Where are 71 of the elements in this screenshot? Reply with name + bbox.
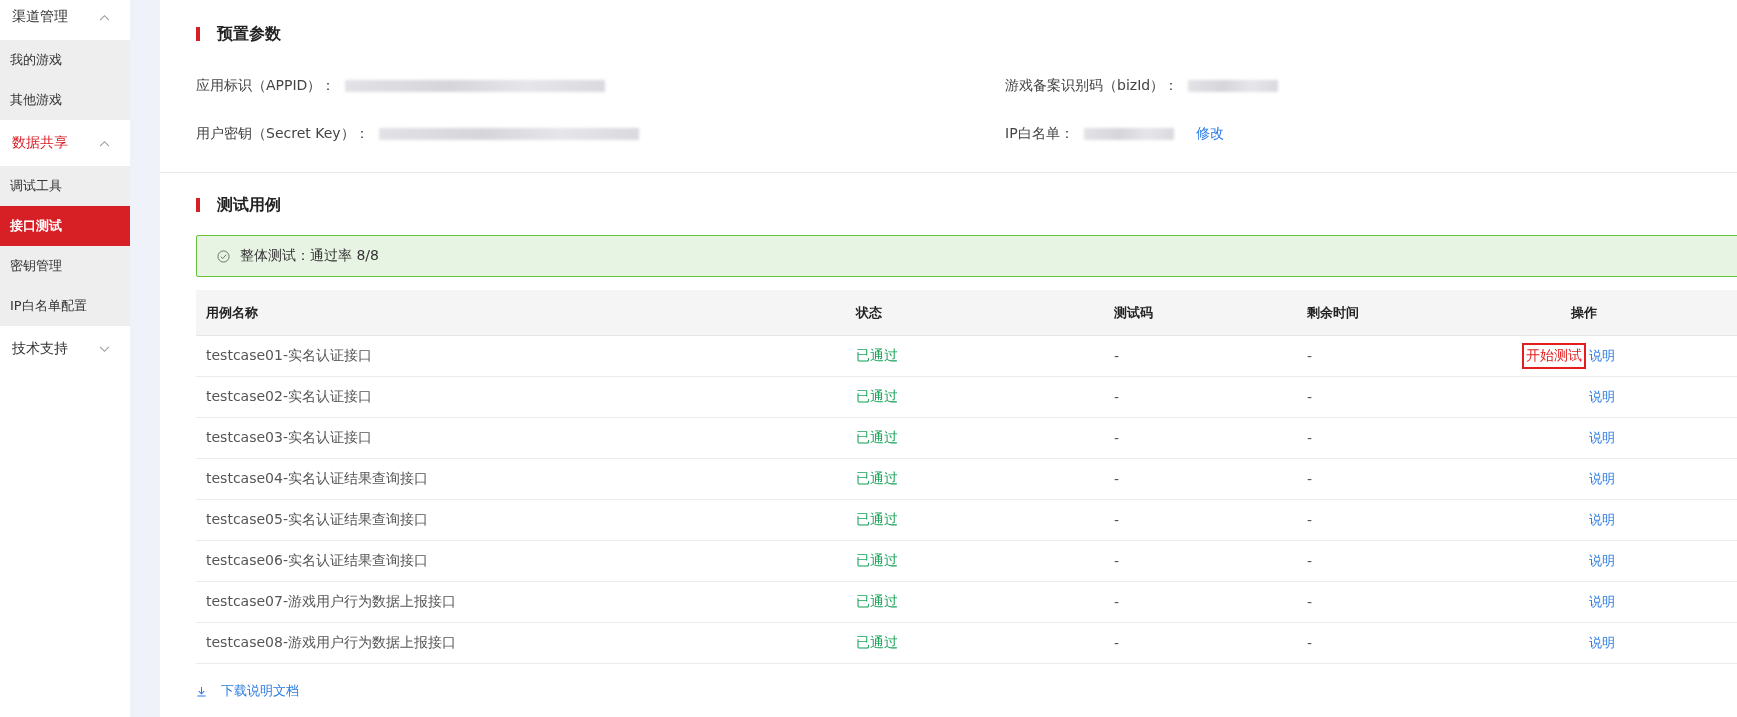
column-header: 状态: [854, 303, 883, 322]
chevron-down-icon: [99, 345, 110, 353]
sidebar-item[interactable]: IP白名单配置: [0, 286, 130, 326]
table-cell-text: -: [1113, 593, 1121, 612]
edit-link[interactable]: 修改: [1195, 125, 1224, 143]
table-cell-text: -: [1306, 347, 1314, 366]
download-link[interactable]: 下载说明文档: [196, 682, 299, 700]
table-cell-text: -: [1306, 429, 1314, 448]
chevron-up-icon: [99, 139, 110, 147]
section-title: 预置参数: [217, 23, 281, 45]
table-cell-text: -: [1113, 470, 1121, 489]
status-text: 已通过: [855, 510, 899, 529]
title-marker: [196, 198, 200, 212]
field-label: IP白名单：: [1005, 125, 1074, 143]
download-icon: [196, 685, 207, 697]
table-cell-text: -: [1306, 511, 1314, 530]
table-cell-text: testcase02-实名认证接口: [205, 387, 373, 406]
sidebar-item[interactable]: 调试工具: [0, 166, 130, 206]
table-cell-text: -: [1113, 552, 1121, 571]
table-cell-text: -: [1113, 347, 1121, 366]
table-cell-text: testcase07-游戏用户行为数据上报接口: [205, 592, 457, 611]
sidebar-item[interactable]: 其他游戏: [0, 80, 130, 120]
table-cell-text: -: [1306, 388, 1314, 407]
status-text: 已通过: [855, 633, 899, 652]
table-cell-text: testcase03-实名认证接口: [205, 428, 373, 447]
table-cell-text: -: [1306, 470, 1314, 489]
action-link[interactable]: 说明: [1589, 347, 1615, 365]
table-cell-text: -: [1113, 511, 1121, 530]
status-text: 已通过: [855, 469, 899, 488]
table-cell-text: -: [1306, 552, 1314, 571]
field-label: 用户密钥（Secret Key）：: [196, 125, 369, 143]
status-text: 已通过: [855, 428, 899, 447]
action-link[interactable]: 说明: [1589, 470, 1615, 488]
table-cell-text: -: [1306, 634, 1314, 653]
action-link[interactable]: 说明: [1589, 552, 1615, 570]
field-label: 游戏备案识别码（bizId）：: [1005, 77, 1179, 95]
status-text: 已通过: [855, 551, 899, 570]
sidebar-item[interactable]: 接口测试: [0, 206, 130, 246]
column-header: 用例名称: [205, 303, 259, 322]
table-cell-text: testcase01-实名认证接口: [205, 346, 373, 365]
sidebar-group[interactable]: 渠道管理: [0, 0, 130, 40]
summary-text: 整体测试：通过率 8/8: [240, 247, 379, 265]
column-header: 操作: [1570, 303, 1598, 322]
sidebar-item[interactable]: 我的游戏: [0, 40, 130, 80]
status-text: 已通过: [855, 592, 899, 611]
column-header: 测试码: [1113, 303, 1154, 322]
table-cell-text: -: [1306, 593, 1314, 612]
table-cell-text: -: [1113, 634, 1121, 653]
field-label: 应用标识（APPID）：: [196, 77, 336, 95]
column-header: 剩余时间: [1306, 303, 1360, 322]
title-marker: [196, 27, 200, 41]
status-text: 已通过: [855, 346, 899, 365]
check-circle-icon: [217, 249, 230, 263]
chevron-up-icon: [99, 13, 110, 21]
sidebar-group[interactable]: 数据共享: [0, 120, 130, 166]
highlighted-link[interactable]: 开始测试: [1522, 343, 1586, 369]
table-cell-text: testcase08-游戏用户行为数据上报接口: [205, 633, 457, 652]
table-cell-text: testcase04-实名认证结果查询接口: [205, 469, 429, 488]
table-cell-text: -: [1113, 429, 1121, 448]
action-link[interactable]: 说明: [1589, 388, 1615, 406]
action-link[interactable]: 说明: [1589, 429, 1615, 447]
action-link[interactable]: 说明: [1589, 593, 1615, 611]
section-title: 测试用例: [217, 194, 281, 216]
table-cell-text: testcase06-实名认证结果查询接口: [205, 551, 429, 570]
sidebar-group[interactable]: 技术支持: [0, 326, 130, 372]
table-cell-text: testcase05-实名认证结果查询接口: [205, 510, 429, 529]
action-link[interactable]: 说明: [1589, 634, 1615, 652]
sidebar-item[interactable]: 密钥管理: [0, 246, 130, 286]
action-link[interactable]: 说明: [1589, 511, 1615, 529]
table-cell-text: -: [1113, 388, 1121, 407]
status-text: 已通过: [855, 387, 899, 406]
